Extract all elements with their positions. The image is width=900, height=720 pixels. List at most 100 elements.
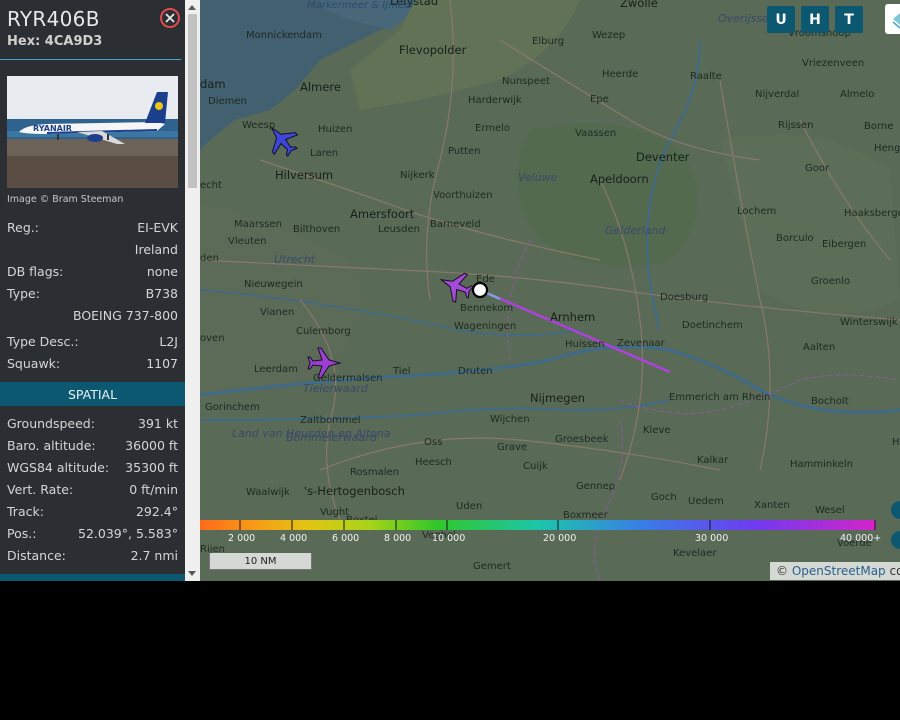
place-label: Veluwe [518, 171, 558, 184]
place-label: Goor [805, 163, 830, 174]
place-label: Uden [456, 501, 483, 512]
place-label: Hengelo [874, 143, 900, 154]
spatial-row: Pos.: 52.039°, 5.583° [7, 526, 178, 544]
altitude-label: 40 000+ [840, 533, 882, 544]
place-label: Laren [310, 148, 339, 159]
place-label: Nijverdal [755, 89, 800, 100]
place-label: Markermeer & IJmeer [307, 0, 415, 11]
aircraft-photo[interactable]: RYANAIR [7, 76, 178, 188]
place-label: Vianen [260, 307, 295, 318]
place-label: Apeldoorn [590, 172, 649, 186]
place-label: Elburg [532, 36, 565, 47]
info-value: BOEING 737-800 [72, 308, 178, 323]
close-button[interactable] [160, 8, 180, 28]
place-label: Rosmalen [350, 467, 399, 478]
button-h[interactable]: H [801, 6, 829, 33]
close-icon [165, 13, 175, 23]
info-row: Type Desc.: L2J [7, 334, 178, 352]
spatial-row: Groundspeed: 391 kt [7, 416, 178, 434]
spatial-key: WGS84 altitude: [7, 460, 110, 475]
info-value: L2J [159, 334, 178, 349]
place-label: Wageningen [454, 321, 517, 332]
spatial-row: Baro. altitude: 36000 ft [7, 438, 178, 456]
map-view[interactable]: Lelystad Zwolle Overijssel Vroomshoop Monnic… [200, 0, 900, 581]
place-label: Groenlo [811, 276, 851, 287]
button-t[interactable]: T [835, 6, 863, 33]
place-label: Gemert [473, 561, 511, 572]
place-label: Vriezenveen [802, 58, 865, 69]
section-spatial[interactable]: SPATIAL [0, 382, 185, 406]
place-label: Diemen [208, 96, 247, 107]
openstreetmap-link[interactable]: OpenStreetMap [792, 564, 886, 578]
place-label: Eibergen [822, 239, 867, 250]
altitude-label: 10 000 [432, 533, 466, 544]
altitude-label: 2 000 [228, 533, 256, 544]
place-label: Overijssel [718, 12, 772, 25]
spatial-key: Distance: [7, 548, 66, 563]
place-label: Vught [320, 507, 350, 518]
place-label: Zwolle [620, 0, 658, 10]
place-label: Tielerwaard [303, 382, 368, 395]
aircraft-info-panel: RYR406B Hex: 4CA9D3 RYANAIR Image © Bram… [0, 0, 200, 581]
spatial-key: Baro. altitude: [7, 438, 96, 453]
place-label: Ermelo [475, 123, 511, 134]
place-label: Nijkerk [400, 170, 435, 181]
altitude-legend [200, 520, 876, 530]
scroll-up-icon[interactable] [188, 5, 196, 10]
place-label: Doesburg [660, 292, 709, 303]
copyright-symbol: © [776, 564, 788, 578]
spatial-row: WGS84 altitude: 35300 ft [7, 460, 178, 478]
scroll-down-icon[interactable] [188, 571, 196, 576]
place-label: Waalwijk [246, 487, 290, 498]
place-label: Wesel [815, 505, 845, 516]
altitude-label: 6 000 [332, 533, 360, 544]
place-label: Epe [590, 94, 609, 105]
place-label: Zaltbommel [300, 415, 361, 426]
place-label: Leerdam [254, 364, 298, 375]
spatial-value: 0 ft/min [129, 482, 178, 497]
place-label: Grave [497, 442, 528, 453]
selected-aircraft-icon[interactable] [434, 266, 478, 306]
place-label: Nunspeet [502, 76, 550, 87]
scrollbar-thumb[interactable] [188, 14, 197, 188]
info-key: Reg.: [7, 220, 39, 235]
place-label: Rijssen [778, 120, 814, 131]
info-value: Ireland [134, 242, 178, 257]
place-label: Leusden [378, 224, 420, 235]
section-bar [0, 574, 185, 581]
spatial-key: Groundspeed: [7, 416, 95, 431]
button-u[interactable]: U [767, 6, 795, 33]
place-label: Ede [476, 274, 495, 285]
place-label: Bennekom [460, 303, 514, 314]
place-label: Goch [651, 492, 677, 503]
place-label: Almere [300, 80, 341, 94]
photo-logo: RYANAIR [33, 124, 72, 133]
place-label: Huissen [565, 339, 605, 350]
place-label: 's-Hertogenbosch [304, 484, 405, 498]
place-label: Lochem [737, 206, 777, 217]
info-key: Type: [7, 286, 40, 301]
place-label: Hilversum [275, 168, 334, 182]
place-label: Bommelerwaard [286, 431, 377, 444]
place-label: Barneveld [430, 219, 481, 230]
place-label: echt [200, 180, 222, 191]
spatial-value: 391 kt [138, 416, 178, 431]
place-label: Huizen [318, 124, 353, 135]
place-label: Kalkar [697, 455, 729, 466]
spatial-row: Track: 292.4° [7, 504, 178, 522]
info-row: Ireland [7, 242, 178, 260]
place-label: Putten [448, 146, 481, 157]
place-label: Borculo [776, 233, 814, 244]
spatial-value: 52.039°, 5.583° [78, 526, 178, 541]
layers-button[interactable] [885, 4, 900, 34]
info-key: Squawk: [7, 356, 61, 371]
place-label: Amersfoort [350, 207, 415, 221]
spatial-key: Vert. Rate: [7, 482, 74, 497]
place-label: Monnickendam [246, 30, 322, 41]
place-label: Weesp [242, 120, 276, 131]
spatial-value: 36000 ft [125, 438, 178, 453]
altitude-label: 20 000 [543, 533, 577, 544]
sidebar-scrollbar[interactable] [185, 0, 200, 581]
spatial-value: 35300 ft [125, 460, 178, 475]
place-label: Gennep [576, 481, 616, 492]
